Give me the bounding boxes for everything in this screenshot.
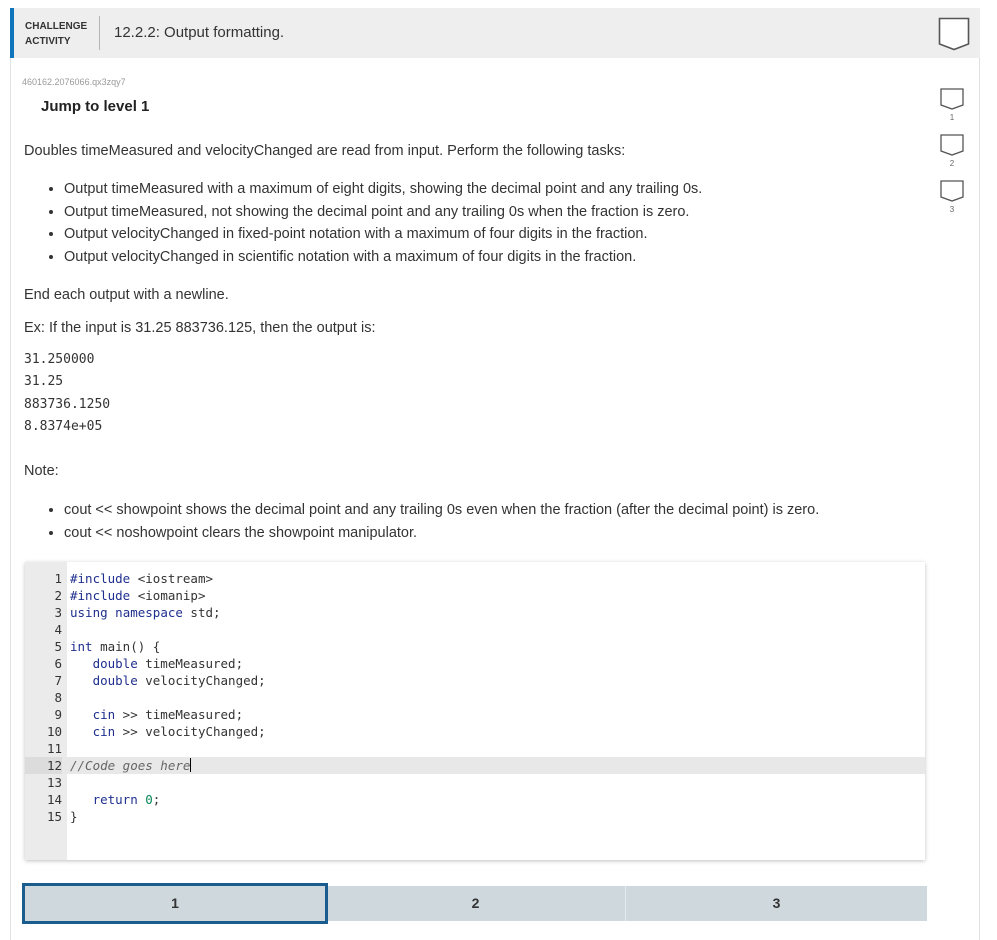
code-text[interactable]: cin >> velocityChanged; — [70, 723, 266, 740]
code-text[interactable]: using namespace std; — [70, 604, 221, 621]
text-cursor — [190, 758, 192, 772]
level-1-badge-number: 1 — [949, 113, 955, 122]
code-line[interactable]: 9 cin >> timeMeasured; — [25, 706, 925, 723]
code-text[interactable]: cin >> timeMeasured; — [70, 706, 244, 723]
task-item: Output timeMeasured with a maximum of ei… — [64, 178, 702, 201]
code-text[interactable]: double velocityChanged; — [70, 672, 266, 689]
code-line[interactable]: 6 double timeMeasured; — [25, 655, 925, 672]
code-line[interactable]: 12 //Code goes here — [25, 757, 925, 774]
example-output-line: 31.250000 — [24, 352, 95, 367]
code-text[interactable]: double timeMeasured; — [70, 655, 244, 672]
instructions-intro: Doubles timeMeasured and velocityChanged… — [24, 143, 626, 159]
code-text[interactable]: } — [70, 808, 78, 825]
line-number: 5 — [54, 639, 62, 654]
line-number: 3 — [54, 605, 62, 620]
code-line[interactable]: 5 int main() { — [25, 638, 925, 655]
activity-id: 460162.2076066.qx3zqy7 — [22, 77, 126, 87]
note-label: Note: — [24, 463, 59, 479]
code-line[interactable]: 8 — [25, 689, 925, 706]
jump-to-level-label: Jump to level 1 — [41, 98, 150, 115]
level-tab-1[interactable]: 1 — [22, 883, 328, 924]
code-line[interactable]: 3 using namespace std; — [25, 604, 925, 621]
completion-badge-icon — [938, 17, 970, 51]
activity-header: CHALLENGE ACTIVITY 12.2.2: Output format… — [10, 8, 980, 58]
task-item: Output velocityChanged in fixed-point no… — [64, 223, 702, 246]
task-item: Output velocityChanged in scientific not… — [64, 246, 702, 269]
line-number: 9 — [54, 707, 62, 722]
line-number: 10 — [46, 724, 62, 739]
header-separator — [99, 16, 100, 50]
code-line[interactable]: 15} — [25, 808, 925, 825]
example-intro: Ex: If the input is 31.25 883736.125, th… — [24, 320, 376, 336]
code-text[interactable]: #include <iomanip> — [70, 587, 205, 604]
line-number: 11 — [46, 741, 62, 756]
end-note: End each output with a newline. — [24, 287, 229, 303]
line-number: 7 — [54, 673, 62, 688]
code-line[interactable]: 11 — [25, 740, 925, 757]
note-item: cout << showpoint shows the decimal poin… — [64, 499, 819, 522]
example-output-line: 8.8374e+05 — [24, 419, 103, 434]
note-item: cout << noshowpoint clears the showpoint… — [64, 522, 819, 545]
code-line[interactable]: 13 — [25, 774, 925, 791]
line-number: 2 — [54, 588, 62, 603]
example-output-line: 883736.1250 — [24, 397, 111, 412]
line-number: 1 — [54, 571, 62, 586]
level-tabs: 1 2 3 — [22, 883, 927, 924]
level-1-badge-icon[interactable]: 1 — [940, 88, 964, 122]
level-2-badge-number: 2 — [949, 159, 955, 168]
code-line[interactable]: 7 double velocityChanged; — [25, 672, 925, 689]
code-editor[interactable]: 1 #include <iostream> 2 #include <iomanip> 3… — [25, 562, 925, 860]
line-number: 6 — [54, 656, 62, 671]
line-number: 13 — [46, 775, 62, 790]
line-number: 14 — [46, 792, 62, 807]
code-line[interactable]: 1 #include <iostream> — [25, 570, 925, 587]
code-text[interactable]: #include <iostream> — [70, 570, 213, 587]
task-item: Output timeMeasured, not showing the dec… — [64, 201, 702, 224]
level-2-badge-icon[interactable]: 2 — [940, 134, 964, 168]
code-line[interactable]: 2 #include <iomanip> — [25, 587, 925, 604]
code-line[interactable]: 4 — [25, 621, 925, 638]
code-text[interactable]: //Code goes here — [70, 757, 192, 774]
note-list: cout << showpoint shows the decimal poin… — [24, 499, 819, 544]
code-line[interactable]: 10 cin >> velocityChanged; — [25, 723, 925, 740]
line-number: 15 — [46, 809, 62, 824]
code-line[interactable]: 14 return 0; — [25, 791, 925, 808]
line-number: 12 — [25, 757, 62, 774]
category-line-1: CHALLENGE — [25, 21, 88, 32]
category-line-2: ACTIVITY — [25, 36, 71, 47]
activity-category: CHALLENGE ACTIVITY — [25, 19, 95, 49]
line-number: 8 — [54, 690, 62, 705]
level-3-badge-icon[interactable]: 3 — [940, 180, 964, 214]
level-3-badge-number: 3 — [949, 205, 955, 214]
example-output-line: 31.25 — [24, 374, 64, 389]
code-text[interactable]: int main() { — [70, 638, 160, 655]
code-text[interactable]: return 0; — [70, 791, 161, 808]
level-tab-3[interactable]: 3 — [626, 886, 927, 921]
level-tab-2[interactable]: 2 — [326, 886, 625, 921]
task-list: Output timeMeasured with a maximum of ei… — [24, 178, 702, 268]
line-number: 4 — [54, 622, 62, 637]
activity-title: 12.2.2: Output formatting. — [114, 24, 285, 41]
code-lines[interactable]: 1 #include <iostream> 2 #include <iomanip> 3… — [25, 570, 925, 825]
